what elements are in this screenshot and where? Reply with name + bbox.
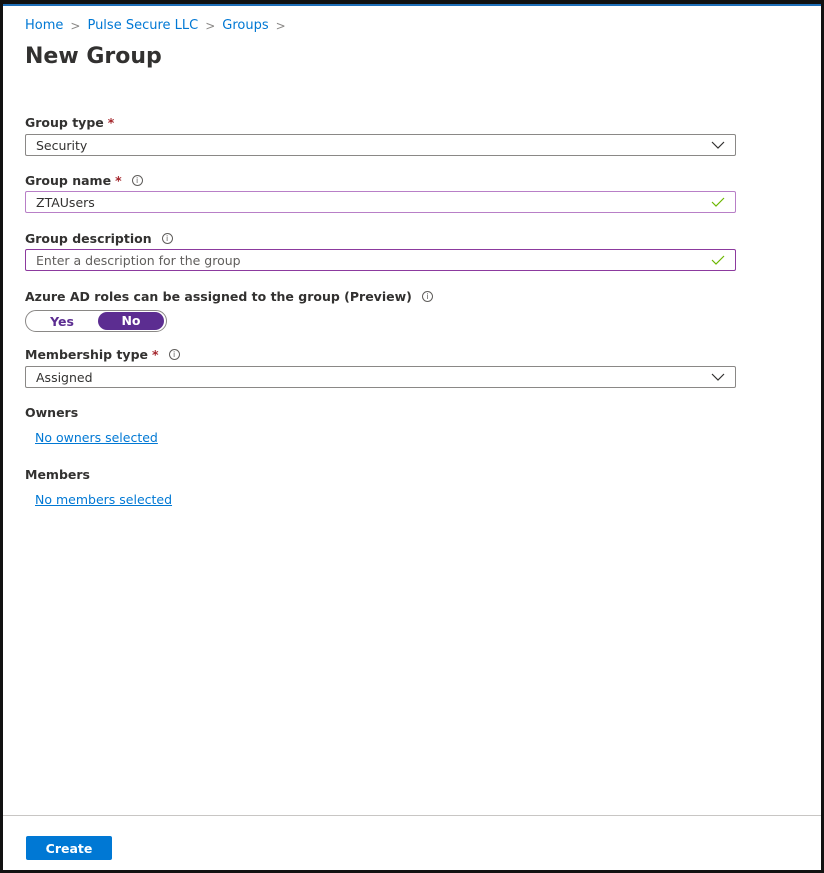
- members-label-text: Members: [25, 467, 90, 482]
- group-description-label: Group description i: [25, 231, 173, 246]
- group-name-value: ZTAUsers: [36, 194, 95, 210]
- breadcrumb-tenant[interactable]: Pulse Secure LLC: [87, 18, 198, 33]
- footer-divider: [3, 815, 821, 816]
- required-marker: *: [107, 115, 115, 130]
- chevron-right-icon: >: [70, 18, 81, 33]
- checkmark-icon: [711, 197, 725, 207]
- membership-type-value: Assigned: [36, 369, 93, 385]
- group-type-value: Security: [36, 137, 88, 153]
- info-icon[interactable]: i: [421, 291, 433, 302]
- breadcrumb-groups[interactable]: Groups: [222, 18, 268, 33]
- toggle-option-no[interactable]: No: [98, 312, 164, 330]
- toggle-option-yes[interactable]: Yes: [26, 314, 98, 329]
- breadcrumb: Home > Pulse Secure LLC > Groups >: [25, 18, 293, 33]
- required-marker: *: [152, 347, 159, 362]
- membership-type-dropdown[interactable]: Assigned: [25, 366, 736, 388]
- info-icon[interactable]: i: [131, 175, 143, 186]
- group-description-label-text: Group description: [25, 231, 152, 246]
- info-icon[interactable]: i: [168, 349, 180, 360]
- group-name-input[interactable]: ZTAUsers: [25, 191, 736, 213]
- chevron-down-icon: [711, 373, 725, 381]
- azure-ad-roles-toggle[interactable]: Yes No: [25, 310, 167, 332]
- panel-frame: Home > Pulse Secure LLC > Groups > New G…: [0, 0, 824, 873]
- group-name-label: Group name * i: [25, 173, 143, 188]
- chevron-right-icon: >: [275, 18, 286, 33]
- membership-type-label: Membership type * i: [25, 347, 180, 362]
- membership-type-label-text: Membership type: [25, 347, 149, 362]
- group-description-input[interactable]: Enter a description for the group: [25, 249, 736, 271]
- group-type-label-text: Group type: [25, 115, 104, 130]
- checkmark-icon: [711, 255, 725, 265]
- page-title: New Group: [25, 44, 162, 69]
- members-label: Members: [25, 467, 90, 482]
- required-marker: *: [115, 173, 122, 188]
- group-description-placeholder: Enter a description for the group: [36, 252, 241, 268]
- chevron-right-icon: >: [205, 18, 216, 33]
- info-icon[interactable]: i: [161, 233, 173, 244]
- owners-label: Owners: [25, 405, 78, 420]
- azure-ad-roles-label-text: Azure AD roles can be assigned to the gr…: [25, 289, 412, 304]
- breadcrumb-home[interactable]: Home: [25, 18, 63, 33]
- owners-label-text: Owners: [25, 405, 79, 420]
- group-type-dropdown[interactable]: Security: [25, 134, 736, 156]
- owners-link[interactable]: No owners selected: [35, 430, 158, 445]
- create-button[interactable]: Create: [26, 836, 112, 860]
- group-name-label-text: Group name: [25, 173, 112, 188]
- members-link[interactable]: No members selected: [35, 492, 172, 507]
- top-accent-line: [3, 4, 821, 6]
- group-type-label: Group type *: [25, 115, 114, 130]
- azure-ad-roles-label: Azure AD roles can be assigned to the gr…: [25, 289, 433, 304]
- chevron-down-icon: [711, 141, 725, 149]
